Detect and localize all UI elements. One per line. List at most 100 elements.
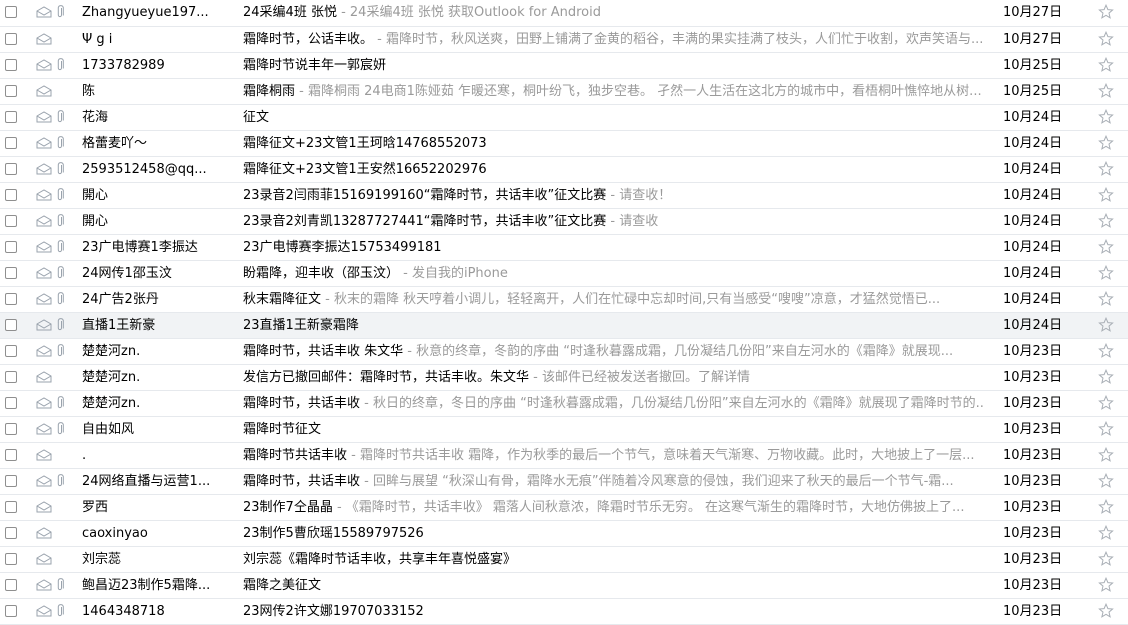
email-row[interactable]: 自由如风 霜降时节征文 10月23日	[0, 417, 1128, 443]
star-outline-icon[interactable]	[1098, 343, 1114, 359]
star-outline-icon[interactable]	[1098, 447, 1114, 463]
star-outline-icon[interactable]	[1098, 187, 1114, 203]
email-list: Zhangyueyue197... 24采编4班 张悦 - 24采编4班 张悦 …	[0, 0, 1128, 625]
checkbox-icon[interactable]	[5, 501, 17, 513]
email-subject-line[interactable]: 霜降时节共话丰收 - 霜降时节共话丰收 霜降，作为秋季的最后一个节气，意味着天气…	[243, 443, 985, 469]
email-subject-line[interactable]: 秋末霜降征文 - 秋末的霜降 秋天哼着小调儿，轻轻离开，人们在忙碌中忘却时间,只…	[243, 287, 985, 313]
star-outline-icon[interactable]	[1098, 577, 1114, 593]
email-subject-line[interactable]: 霜降时节，共话丰收 - 回眸与展望 “秋深山有骨，霜降水无痕”伴随着冷风寒意的侵…	[243, 469, 985, 495]
checkbox-icon[interactable]	[5, 579, 17, 591]
email-subject-line[interactable]: 23直播1王新豪霜降	[243, 313, 985, 339]
email-row[interactable]: 花海 征文 10月24日	[0, 105, 1128, 131]
star-outline-icon[interactable]	[1098, 213, 1114, 229]
email-row[interactable]: 24广告2张丹 秋末霜降征文 - 秋末的霜降 秋天哼着小调儿，轻轻离开，人们在忙…	[0, 287, 1128, 313]
checkbox-icon[interactable]	[5, 397, 17, 409]
email-subject-line[interactable]: 23广电博赛李振达15753499181	[243, 235, 985, 261]
star-outline-icon[interactable]	[1098, 83, 1114, 99]
checkbox-icon[interactable]	[5, 371, 17, 383]
star-outline-icon[interactable]	[1098, 395, 1114, 411]
star-outline-icon[interactable]	[1098, 265, 1114, 281]
star-outline-icon[interactable]	[1098, 31, 1114, 47]
checkbox-icon[interactable]	[5, 553, 17, 565]
checkbox-icon[interactable]	[5, 137, 17, 149]
email-subject-line[interactable]: 霜降征文+23文管1王安然16652202976	[243, 157, 985, 183]
email-row[interactable]: 直播1王新豪 23直播1王新豪霜降 10月24日	[0, 313, 1128, 339]
checkbox-icon[interactable]	[5, 527, 17, 539]
email-subject-line[interactable]: 霜降征文+23文管1王珂晗14768552073	[243, 131, 985, 157]
email-row[interactable]: Zhangyueyue197... 24采编4班 张悦 - 24采编4班 张悦 …	[0, 0, 1128, 27]
email-subject-line[interactable]: 23网传2许文娜19707033152	[243, 599, 985, 625]
checkbox-icon[interactable]	[5, 6, 17, 18]
email-row[interactable]: 1464348718 23网传2许文娜19707033152 10月23日	[0, 599, 1128, 625]
email-subject-line[interactable]: 23录音2刘青凯13287727441“霜降时节，共话丰收”征文比赛 - 请查收	[243, 209, 985, 235]
email-subject-line[interactable]: 征文	[243, 105, 985, 131]
email-row[interactable]: 刘宗蕊 刘宗蕊《霜降时节话丰收，共享丰年喜悦盛宴》 10月23日	[0, 547, 1128, 573]
star-outline-icon[interactable]	[1098, 421, 1114, 437]
email-row[interactable]: caoxinyao 23制作5曹欣瑶15589797526 10月23日	[0, 521, 1128, 547]
checkbox-icon[interactable]	[5, 163, 17, 175]
email-subject-line[interactable]: 霜降时节，公话丰收。 - 霜降时节，秋风送爽，田野上铺满了金黄的稻谷，丰满的果实…	[243, 27, 985, 53]
star-outline-icon[interactable]	[1098, 525, 1114, 541]
email-subject-line[interactable]: 24采编4班 张悦 - 24采编4班 张悦 获取Outlook for Andr…	[243, 0, 985, 26]
star-outline-icon[interactable]	[1098, 551, 1114, 567]
star-outline-icon[interactable]	[1098, 499, 1114, 515]
email-row[interactable]: Ψ g i 霜降时节，公话丰收。 - 霜降时节，秋风送爽，田野上铺满了金黄的稻谷…	[0, 27, 1128, 53]
email-subject-line[interactable]: 霜降桐雨 - 霜降桐雨 24电商1陈娅茹 乍暖还寒，桐叶纷飞，独步空巷。 孑然一…	[243, 79, 985, 105]
email-row[interactable]: 格蕾麦吖～ 霜降征文+23文管1王珂晗14768552073 10月24日	[0, 131, 1128, 157]
email-subject-line[interactable]: 23录音2闫雨菲15169199160“霜降时节，共话丰收”征文比赛 - 请查收…	[243, 183, 985, 209]
checkbox-icon[interactable]	[5, 345, 17, 357]
star-outline-icon[interactable]	[1098, 317, 1114, 333]
star-outline-icon[interactable]	[1098, 109, 1114, 125]
email-subject: 霜降桐雨	[243, 84, 296, 99]
checkbox-icon[interactable]	[5, 449, 17, 461]
checkbox-icon[interactable]	[5, 85, 17, 97]
checkbox-icon[interactable]	[5, 423, 17, 435]
email-row[interactable]: 楚楚河zn. 发信方已撤回邮件：霜降时节，共话丰收。朱文华 - 该邮件已经被发送…	[0, 365, 1128, 391]
checkbox-icon[interactable]	[5, 605, 17, 617]
email-row[interactable]: 1733782989 霜降时节说丰年一郭宸妍 10月25日	[0, 53, 1128, 79]
email-subject-line[interactable]: 23制作7仝晶晶 - 《霜降时节，共话丰收》 霜落人间秋意浓，降霜时节乐无穷。 …	[243, 495, 985, 521]
checkbox-icon[interactable]	[5, 293, 17, 305]
email-row[interactable]: 鲍昌迈23制作5霜降... 霜降之美征文 10月23日	[0, 573, 1128, 599]
checkbox-icon[interactable]	[5, 475, 17, 487]
star-outline-icon[interactable]	[1098, 291, 1114, 307]
email-row[interactable]: 陈 霜降桐雨 - 霜降桐雨 24电商1陈娅茹 乍暖还寒，桐叶纷飞，独步空巷。 孑…	[0, 79, 1128, 105]
checkbox-icon[interactable]	[5, 189, 17, 201]
email-subject-line[interactable]: 霜降时节，共话丰收 朱文华 - 秋意的终章，冬韵的序曲 “时逢秋暮露成霜，几份凝…	[243, 339, 985, 365]
star-outline-icon[interactable]	[1098, 57, 1114, 73]
email-row[interactable]: 楚楚河zn. 霜降时节，共话丰收 朱文华 - 秋意的终章，冬韵的序曲 “时逢秋暮…	[0, 339, 1128, 365]
email-subject-line[interactable]: 刘宗蕊《霜降时节话丰收，共享丰年喜悦盛宴》	[243, 547, 985, 573]
email-row[interactable]: 楚楚河zn. 霜降时节，共话丰收 - 秋日的终章，冬日的序曲 “时逢秋暮露成霜，…	[0, 391, 1128, 417]
star-outline-icon[interactable]	[1098, 161, 1114, 177]
email-subject-line[interactable]: 发信方已撤回邮件：霜降时节，共话丰收。朱文华 - 该邮件已经被发送者撤回。了解详…	[243, 365, 985, 391]
email-row[interactable]: 23广电博赛1李振达 23广电博赛李振达15753499181 10月24日	[0, 235, 1128, 261]
email-subject-line[interactable]: 霜降之美征文	[243, 573, 985, 599]
email-subject-line[interactable]: 23制作5曹欣瑶15589797526	[243, 521, 985, 547]
star-outline-icon[interactable]	[1098, 369, 1114, 385]
email-row[interactable]: 2593512458@qq... 霜降征文+23文管1王安然1665220297…	[0, 157, 1128, 183]
checkbox-icon[interactable]	[5, 241, 17, 253]
checkbox-icon[interactable]	[5, 215, 17, 227]
checkbox-icon[interactable]	[5, 111, 17, 123]
star-outline-icon[interactable]	[1098, 135, 1114, 151]
email-row[interactable]: . 霜降时节共话丰收 - 霜降时节共话丰收 霜降，作为秋季的最后一个节气，意味着…	[0, 443, 1128, 469]
envelope-open-icon	[36, 449, 52, 461]
email-row[interactable]: 24网络直播与运营1... 霜降时节，共话丰收 - 回眸与展望 “秋深山有骨，霜…	[0, 469, 1128, 495]
checkbox-icon[interactable]	[5, 267, 17, 279]
checkbox-icon[interactable]	[5, 33, 17, 45]
checkbox-icon[interactable]	[5, 319, 17, 331]
email-row[interactable]: 開心 23录音2刘青凯13287727441“霜降时节，共话丰收”征文比赛 - …	[0, 209, 1128, 235]
email-row[interactable]: 開心 23录音2闫雨菲15169199160“霜降时节，共话丰收”征文比赛 - …	[0, 183, 1128, 209]
star-outline-icon[interactable]	[1098, 473, 1114, 489]
email-subject-line[interactable]: 霜降时节，共话丰收 - 秋日的终章，冬日的序曲 “时逢秋暮露成霜，几份凝结几份阳…	[243, 391, 985, 417]
email-subject-line[interactable]: 霜降时节征文	[243, 417, 985, 443]
email-subject-line[interactable]: 霜降时节说丰年一郭宸妍	[243, 53, 985, 79]
email-row[interactable]: 24网传1邵玉汶 盼霜降，迎丰收（邵玉汶） - 发自我的iPhone 10月24…	[0, 261, 1128, 287]
checkbox-icon[interactable]	[5, 59, 17, 71]
star-outline-icon[interactable]	[1098, 4, 1114, 20]
star-outline-icon[interactable]	[1098, 239, 1114, 255]
email-row[interactable]: 罗西 23制作7仝晶晶 - 《霜降时节，共话丰收》 霜落人间秋意浓，降霜时节乐无…	[0, 495, 1128, 521]
email-subject: 霜降之美征文	[243, 578, 322, 593]
star-outline-icon[interactable]	[1098, 603, 1114, 619]
email-subject-line[interactable]: 盼霜降，迎丰收（邵玉汶） - 发自我的iPhone	[243, 261, 985, 287]
